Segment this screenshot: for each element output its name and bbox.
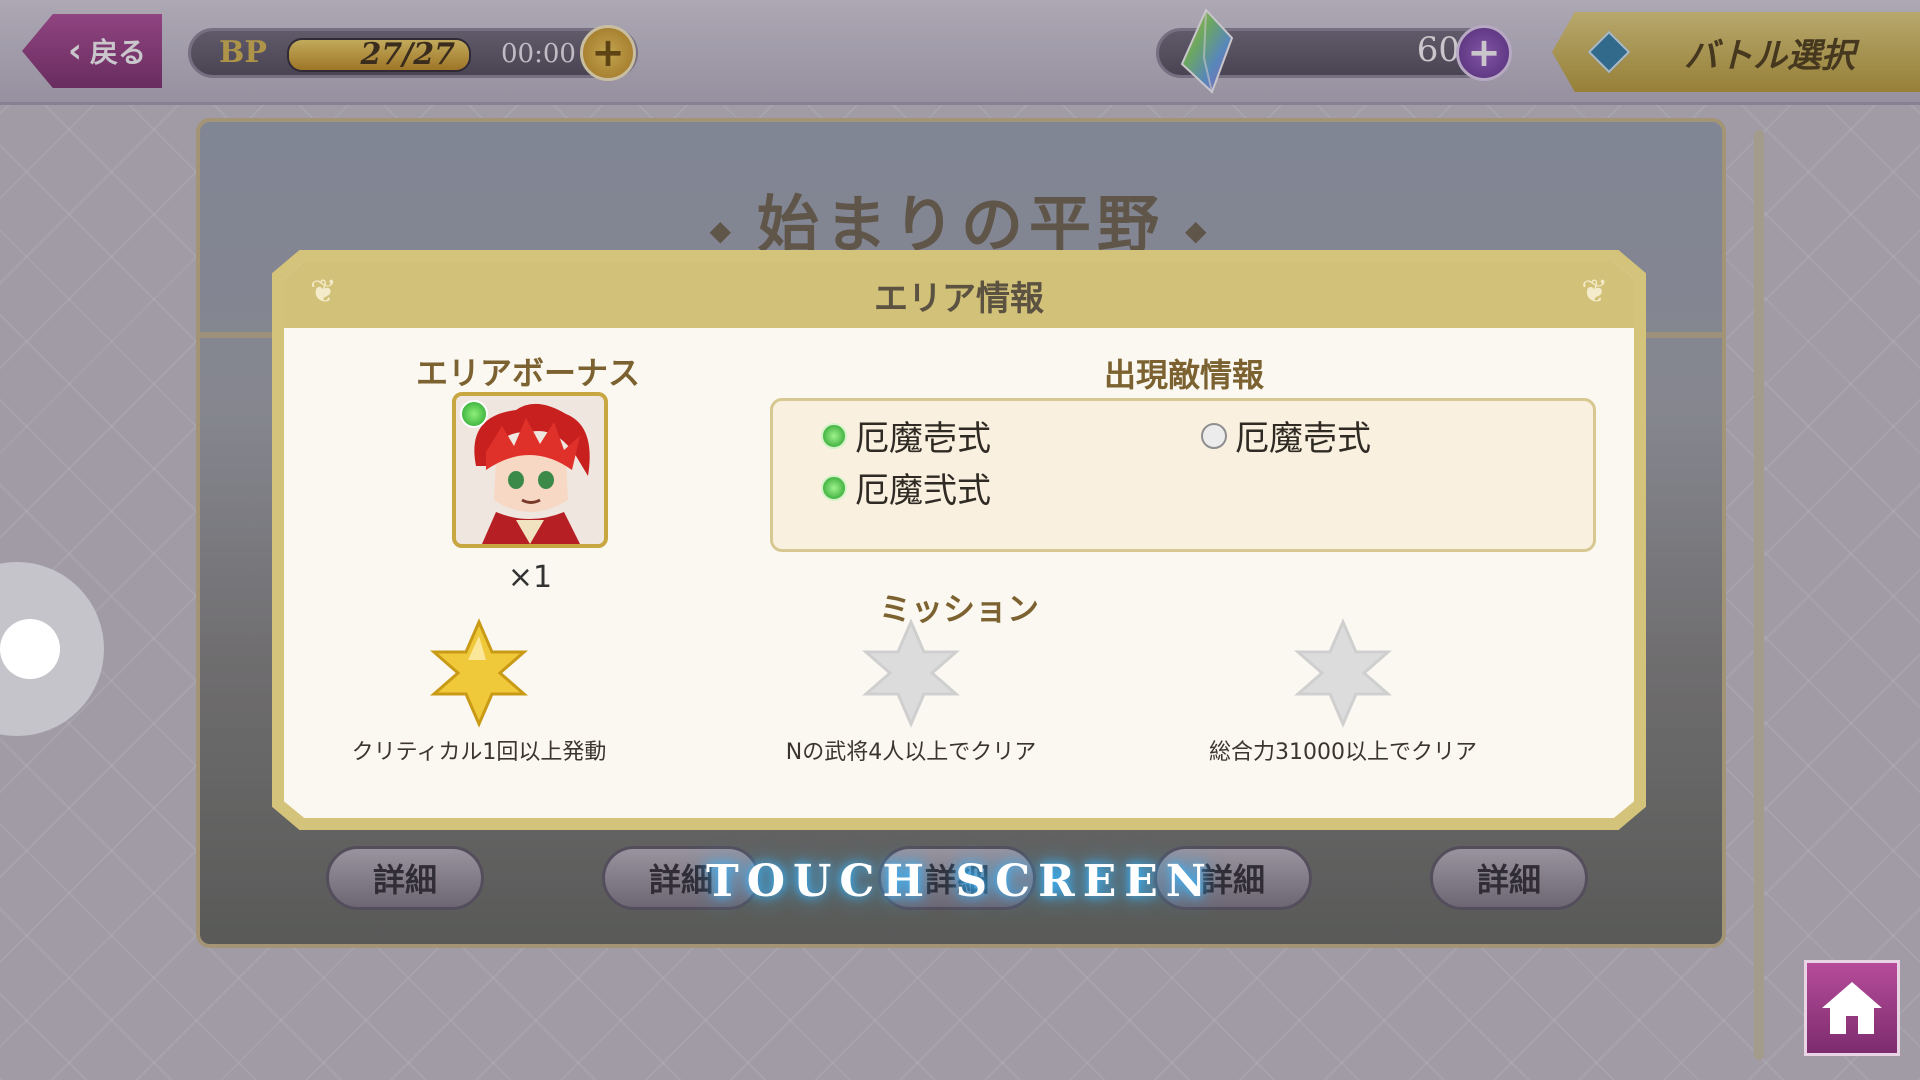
mission-text: クリティカル1回以上発動 (351, 740, 607, 765)
enemy-item: 厄魔弐式 (821, 463, 991, 512)
attribute-badge-icon (460, 400, 488, 428)
enemy-status-dot-icon (821, 474, 847, 501)
dialog-title: エリア情報 (874, 278, 1044, 319)
enemy-name: 厄魔壱式 (855, 419, 991, 459)
home-button[interactable] (1804, 960, 1900, 1056)
enemy-status-dot-icon (1201, 422, 1227, 449)
area-bonus-title: エリアボーナス (415, 354, 640, 392)
area-info-dialog: ❦ エリア情報 ❦ エリアボーナス ×1 出現敵情報 厄魔壱式 厄魔壱式 厄魔弐… (272, 250, 1646, 830)
enemy-list: 厄魔壱式 厄魔壱式 厄魔弐式 (770, 398, 1596, 552)
enemy-item: 厄魔壱式 (821, 411, 991, 460)
touch-screen-prompt: TOUCH SCREEN (705, 856, 1214, 907)
star-unachieved-icon (862, 618, 960, 728)
mission-item: 総合力31000以上でクリア (1178, 618, 1508, 766)
fleur-ornament-icon: ❦ (310, 272, 337, 310)
fleur-ornament-icon: ❦ (1581, 272, 1608, 310)
mission-item: クリティカル1回以上発動 (314, 618, 644, 766)
enemy-info-title: 出現敵情報 (1103, 356, 1264, 394)
enemy-status-dot-icon (821, 422, 847, 449)
enemy-item: 厄魔壱式 (1201, 411, 1371, 460)
assistive-touch-dot (0, 619, 60, 679)
enemy-name: 厄魔弐式 (855, 471, 991, 511)
mission-text: 総合力31000以上でクリア (1209, 740, 1477, 765)
star-unachieved-icon (1294, 618, 1392, 728)
home-icon (1822, 982, 1882, 1034)
scrollbar[interactable] (1754, 130, 1764, 1060)
area-info-dialog-body: ❦ エリア情報 ❦ エリアボーナス ×1 出現敵情報 厄魔壱式 厄魔壱式 厄魔弐… (284, 262, 1634, 818)
bonus-character-avatar[interactable] (452, 392, 608, 548)
dialog-header: ❦ エリア情報 ❦ (284, 262, 1634, 328)
mission-text: Nの武将4人以上でクリア (785, 740, 1037, 765)
star-achieved-icon (430, 618, 528, 728)
mission-item: Nの武将4人以上でクリア (746, 618, 1076, 766)
enemy-name: 厄魔壱式 (1235, 419, 1371, 459)
